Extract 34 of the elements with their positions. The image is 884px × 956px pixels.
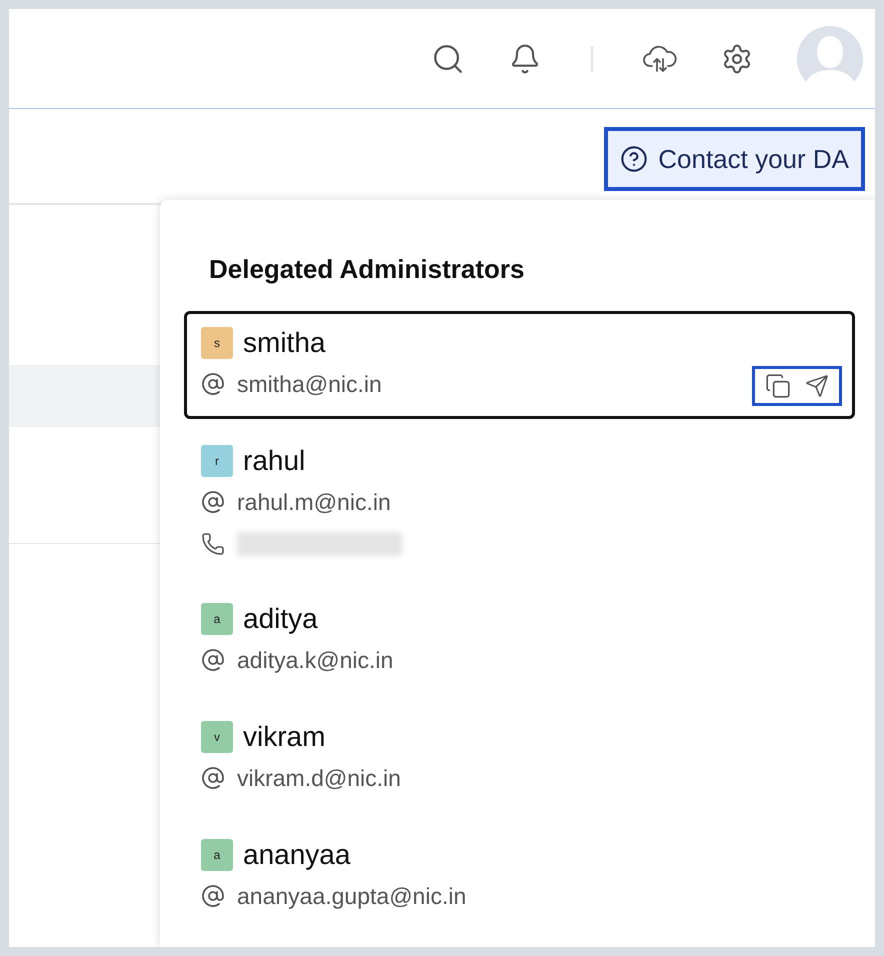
initial-badge: a [201, 603, 233, 635]
at-icon [201, 766, 225, 790]
admin-name: smitha [243, 326, 326, 360]
initial-badge: v [201, 721, 233, 753]
bell-icon[interactable] [509, 42, 541, 74]
admin-name: aditya [243, 602, 318, 636]
at-icon [201, 884, 225, 908]
at-icon [201, 490, 225, 514]
at-icon [201, 372, 225, 396]
admin-card[interactable]: a aditya aditya.k@nic.in [184, 587, 855, 695]
help-icon [620, 145, 648, 173]
admin-card[interactable]: s smitha smitha@nic.in [184, 311, 855, 419]
phone-icon [201, 532, 225, 556]
admin-card[interactable]: a ananyaa ananyaa.gupta@nic.in [184, 823, 855, 931]
initial-badge: s [201, 327, 233, 359]
admin-email: rahul.m@nic.in [237, 488, 391, 517]
admin-card[interactable]: v vikram vikram.d@nic.in [184, 705, 855, 813]
admin-email: vikram.d@nic.in [237, 764, 401, 793]
admin-email: ananyaa.gupta@nic.in [237, 882, 466, 911]
settings-icon[interactable] [721, 42, 753, 74]
admin-email: smitha@nic.in [237, 370, 382, 399]
cloud-upload-download-icon[interactable] [643, 44, 677, 74]
admin-email: aditya.k@nic.in [237, 646, 394, 675]
admin-name: ananyaa [243, 838, 350, 872]
send-icon[interactable] [805, 374, 829, 398]
initial-badge: r [201, 445, 233, 477]
panel-title: Delegated Administrators [208, 253, 526, 286]
initial-badge: a [201, 839, 233, 871]
at-icon [201, 648, 225, 672]
copy-icon[interactable] [765, 373, 791, 399]
admin-name: rahul [243, 444, 306, 478]
admin-name: vikram [243, 720, 326, 754]
contact-da-button[interactable]: Contact your DA [604, 127, 865, 191]
admin-card[interactable]: r rahul rahul.m@nic.in [184, 429, 855, 577]
